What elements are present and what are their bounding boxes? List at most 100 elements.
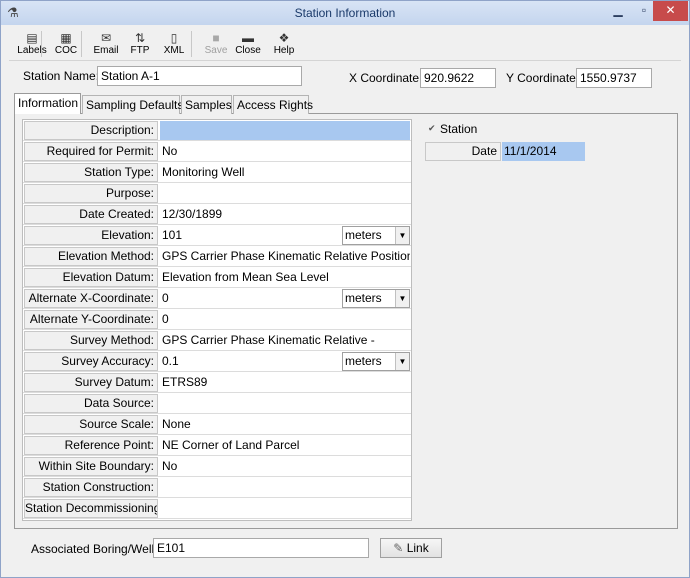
property-row: Data Source: [23, 393, 411, 414]
property-value[interactable]: ETRS89 [160, 373, 410, 392]
save-button[interactable]: ■ Save [199, 31, 233, 56]
property-label: Elevation Datum: [24, 268, 158, 287]
tab-samples[interactable]: Samples [181, 95, 232, 114]
property-label: Data Source: [24, 394, 158, 413]
property-value[interactable] [160, 478, 410, 497]
property-label: Station Type: [24, 163, 158, 182]
property-value[interactable] [160, 394, 410, 413]
close-folder-icon: ▬ [242, 31, 254, 45]
property-label: Survey Method: [24, 331, 158, 350]
tab-information[interactable]: Information [14, 93, 81, 114]
property-row: Elevation Method: GPS Carrier Phase Kinem… [23, 246, 411, 267]
property-label: Survey Datum: [24, 373, 158, 392]
property-row: Survey Accuracy: 0.1 meters ▼ [23, 351, 411, 372]
property-value[interactable]: 101 [160, 226, 340, 245]
property-row: Date Created: 12/30/1899 [23, 204, 411, 225]
property-value[interactable] [160, 121, 410, 140]
ftp-button[interactable]: ⇅ FTP [123, 31, 157, 56]
property-label: Within Site Boundary: [24, 457, 158, 476]
toolbar-button-label: XML [163, 45, 185, 56]
unit-select-value: meters [345, 228, 382, 242]
property-label: Alternate X-Coordinate: [24, 289, 158, 308]
property-value[interactable]: 12/30/1899 [160, 205, 410, 224]
tab-access-rights[interactable]: Access Rights [233, 95, 313, 114]
close-button[interactable]: ▬ Close [231, 31, 265, 56]
property-value[interactable]: NE Corner of Land Parcel [160, 436, 410, 455]
tab-sampling-defaults[interactable]: Sampling Defaults [82, 95, 183, 114]
date-label: Date [425, 142, 501, 161]
property-value[interactable] [160, 184, 410, 203]
property-label: Survey Accuracy: [24, 352, 158, 371]
station-checkbox-label: Station [440, 122, 478, 136]
property-label: Purpose: [24, 184, 158, 203]
property-value[interactable]: 0 [160, 289, 340, 308]
property-row: Source Scale: None [23, 414, 411, 435]
station-information-window: ⚗ Station Information ▁ ▫ ✕ ▤ Labels ▦ COC ✉… [0, 0, 690, 578]
email-button[interactable]: ✉ Email [89, 31, 123, 56]
property-value[interactable]: No [160, 457, 410, 476]
minimize-button[interactable]: ▁ [605, 1, 631, 21]
property-value[interactable]: Elevation from Mean Sea Level [160, 268, 410, 287]
link-button[interactable]: ✎ Link [380, 538, 442, 558]
property-row: Elevation: 101 meters ▼ [23, 225, 411, 246]
xml-icon: ▯ [170, 31, 178, 45]
y-coordinate-input[interactable]: 1550.9737 [576, 68, 652, 88]
property-row: Station Decommissioning: [23, 498, 411, 519]
date-row: Date 11/1/2014 [425, 142, 585, 162]
property-row: Station Construction: [23, 477, 411, 498]
unit-select[interactable]: meters ▼ [342, 226, 410, 245]
toolbar-separator [191, 31, 192, 57]
unit-select-value: meters [345, 354, 382, 368]
property-value[interactable]: None [160, 415, 410, 434]
toolbar-separator [81, 31, 82, 57]
toolbar-button-label: Save [204, 45, 228, 56]
station-name-input[interactable]: Station A-1 [97, 66, 302, 86]
toolbar-button-label: Close [235, 45, 261, 56]
associated-boring-label: Associated Boring/Well: [31, 542, 158, 556]
coc-icon: ▦ [60, 31, 72, 45]
dropdown-arrow-icon[interactable]: ▼ [395, 227, 409, 244]
property-row: Elevation Datum: Elevation from Mean Sea … [23, 267, 411, 288]
dropdown-arrow-icon[interactable]: ▼ [395, 290, 409, 307]
help-book-icon: ❖ [278, 31, 290, 45]
close-window-button[interactable]: ✕ [653, 1, 688, 21]
date-value[interactable]: 11/1/2014 [502, 142, 585, 161]
property-value[interactable]: GPS Carrier Phase Kinematic Relative - [160, 331, 410, 350]
property-row: Purpose: [23, 183, 411, 204]
property-label: Required for Permit: [24, 142, 158, 161]
property-label: Elevation: [24, 226, 158, 245]
help-button[interactable]: ❖ Help [267, 31, 301, 56]
toolbar-button-label: FTP [130, 45, 150, 56]
property-row: Alternate X-Coordinate: 0 meters ▼ [23, 288, 411, 309]
title-bar: ⚗ Station Information ▁ ▫ ✕ [1, 1, 689, 25]
property-label: Elevation Method: [24, 247, 158, 266]
labels-icon: ▤ [26, 31, 38, 45]
property-label: Alternate Y-Coordinate: [24, 310, 158, 329]
pencil-icon: ✎ [393, 541, 404, 555]
property-row: Description: [23, 120, 411, 141]
property-row: Reference Point: NE Corner of Land Parcel [23, 435, 411, 456]
property-row: Within Site Boundary: No [23, 456, 411, 477]
property-value[interactable]: Monitoring Well [160, 163, 410, 182]
property-value[interactable]: 0.1 [160, 352, 340, 371]
toolbar: ▤ Labels ▦ COC ✉ Email ⇅ FTP ▯ XML ■ Save ▬ Close ❖ Hel… [9, 29, 681, 61]
xml-button[interactable]: ▯ XML [157, 31, 191, 56]
property-value[interactable]: No [160, 142, 410, 161]
property-row: Alternate Y-Coordinate: 0 [23, 309, 411, 330]
property-value[interactable]: 0 [160, 310, 410, 329]
property-value[interactable] [160, 499, 410, 518]
checkmark-icon: ✔ [428, 123, 436, 133]
unit-select[interactable]: meters ▼ [342, 289, 410, 308]
dropdown-arrow-icon[interactable]: ▼ [395, 353, 409, 370]
coc-button[interactable]: ▦ COC [49, 31, 83, 56]
x-coordinate-input[interactable]: 920.9622 [420, 68, 496, 88]
unit-select[interactable]: meters ▼ [342, 352, 410, 371]
property-row: Required for Permit: No [23, 141, 411, 162]
ftp-icon: ⇅ [134, 31, 146, 45]
labels-button[interactable]: ▤ Labels [15, 31, 49, 56]
link-button-label: Link [406, 541, 429, 555]
unit-select-value: meters [345, 291, 382, 305]
associated-boring-input[interactable]: E101 [153, 538, 369, 558]
property-value[interactable]: GPS Carrier Phase Kinematic Relative Pos… [160, 247, 410, 266]
save-icon: ■ [212, 31, 220, 45]
